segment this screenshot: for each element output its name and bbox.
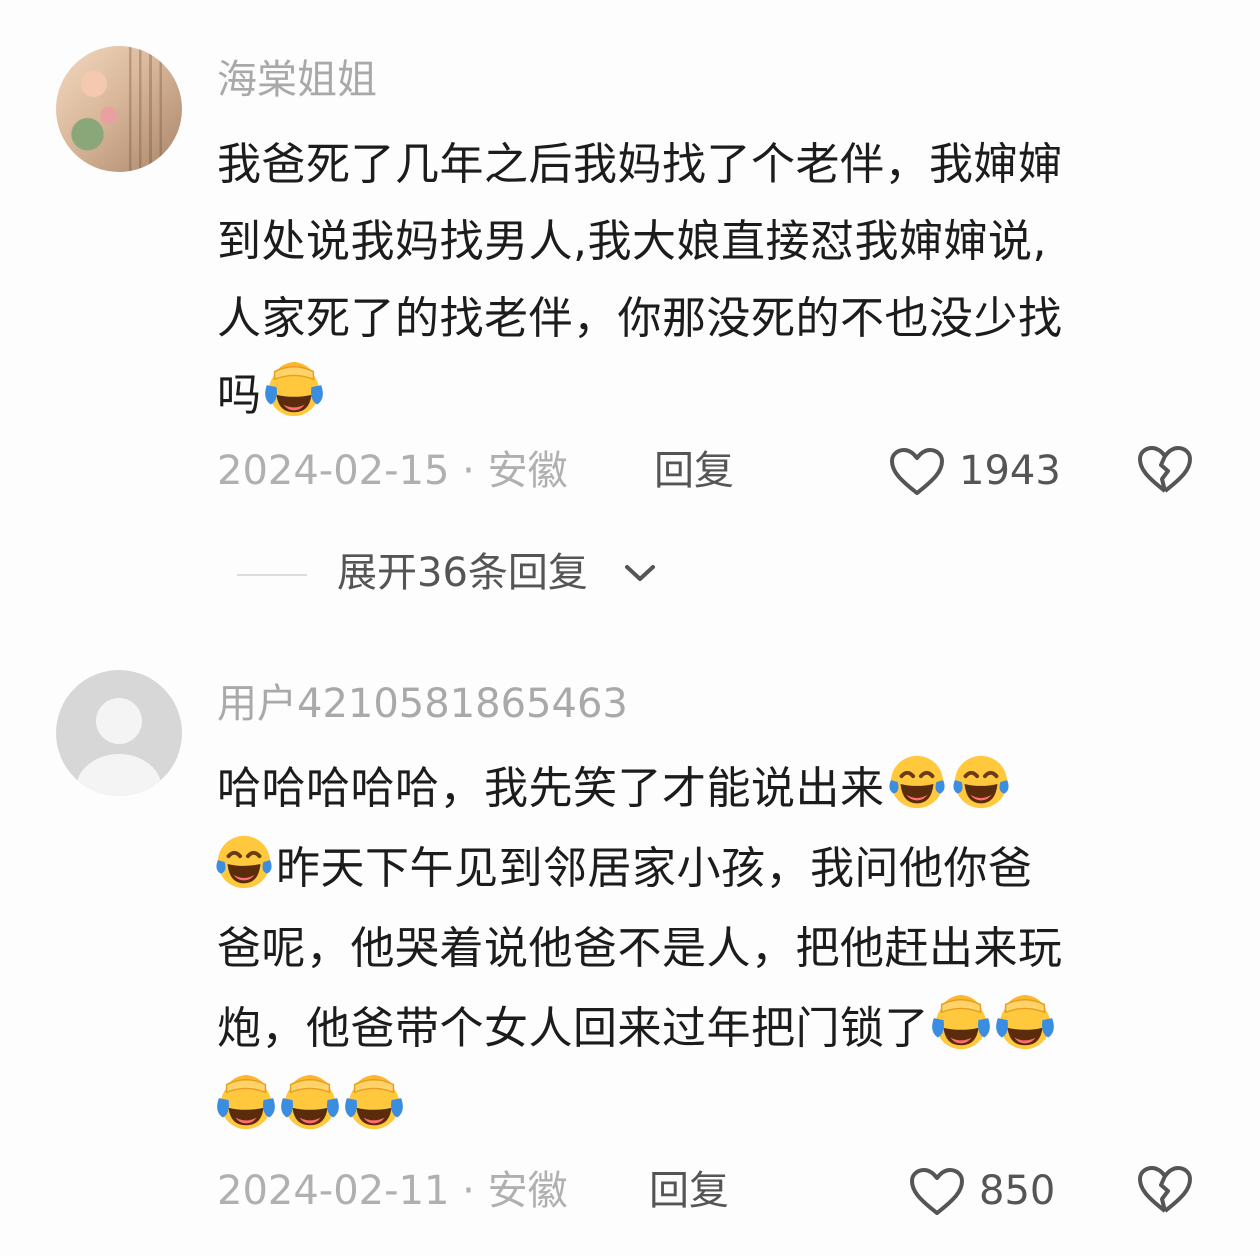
comment-text: 我爸死了几年之后我妈找了个老伴，我婶婶 到处说我妈找男人,我大娘直接怼我婶婶说,… (217, 126, 1207, 434)
comment-meta: 2024-02-15 · 安徽 回复 1943 (217, 441, 1207, 501)
expand-replies-label: 展开36条回复 (337, 550, 588, 596)
comment-text-line: 人家死了的找老伴，你那没死的不也没少找 (217, 293, 1063, 344)
heart-icon (889, 447, 945, 497)
laughing-crying-emoji (213, 831, 275, 893)
avatar[interactable] (56, 670, 182, 796)
comment-text-line: 昨天下午见到邻居家小孩，我问他你爸 (217, 829, 1207, 909)
facepalm-laugh-emoji (343, 1071, 405, 1133)
facepalm-laugh-emoji (930, 991, 992, 1053)
reply-button[interactable]: 回复 (654, 441, 734, 501)
comment-meta: 2024-02-11 · 安徽 回复 850 (217, 1161, 1207, 1221)
comment-text-line: 哈哈哈哈哈，我先笑了才能说出来 (217, 749, 1207, 829)
laughing-crying-emoji (950, 751, 1012, 813)
comment-text-line: 爸呢，他哭着说他爸不是人，把他赶出来玩 (217, 923, 1063, 974)
default-avatar-head (96, 698, 142, 744)
facepalm-laugh-emoji (263, 358, 325, 420)
broken-heart-icon[interactable] (1137, 1165, 1193, 1215)
heart-icon (909, 1167, 965, 1217)
comment-date-location: 2024-02-11 · 安徽 (217, 1168, 568, 1214)
comment-list: 海棠姐姐 我爸死了几年之后我妈找了个老伴，我婶婶 到处说我妈找男人,我大娘直接怼… (0, 0, 1260, 1256)
reply-button[interactable]: 回复 (649, 1161, 729, 1221)
chevron-down-icon (625, 565, 655, 581)
comment-text-line: 炮，他爸带个女人回来过年把门锁了 (217, 989, 1207, 1069)
facepalm-laugh-emoji (215, 1071, 277, 1133)
avatar[interactable] (56, 46, 182, 172)
comment-text: 哈哈哈哈哈，我先笑了才能说出来 昨天下午见到邻居家小孩，我问他你爸 爸呢，他哭着… (217, 749, 1207, 1149)
divider (237, 574, 307, 576)
facepalm-laugh-emoji (994, 991, 1056, 1053)
like-count: 850 (979, 1168, 1056, 1214)
comment-text-line: 到处说我妈找男人,我大娘直接怼我婶婶说, (217, 216, 1047, 267)
comment-text-line (217, 1069, 1207, 1149)
comment-username[interactable]: 海棠姐姐 (217, 54, 377, 106)
facepalm-laugh-emoji (279, 1071, 341, 1133)
laughing-crying-emoji (886, 751, 948, 813)
comment-date-location: 2024-02-15 · 安徽 (217, 448, 568, 494)
broken-heart-icon[interactable] (1137, 445, 1193, 495)
comment-text-line: 吗 (217, 357, 1207, 434)
like-count: 1943 (959, 448, 1061, 494)
comment-username[interactable]: 用户4210581865463 (217, 678, 628, 730)
default-avatar-body (76, 754, 162, 796)
expand-replies-button[interactable]: 展开36条回复 (237, 543, 737, 603)
comment-text-line: 我爸死了几年之后我妈找了个老伴，我婶婶 (217, 139, 1063, 190)
